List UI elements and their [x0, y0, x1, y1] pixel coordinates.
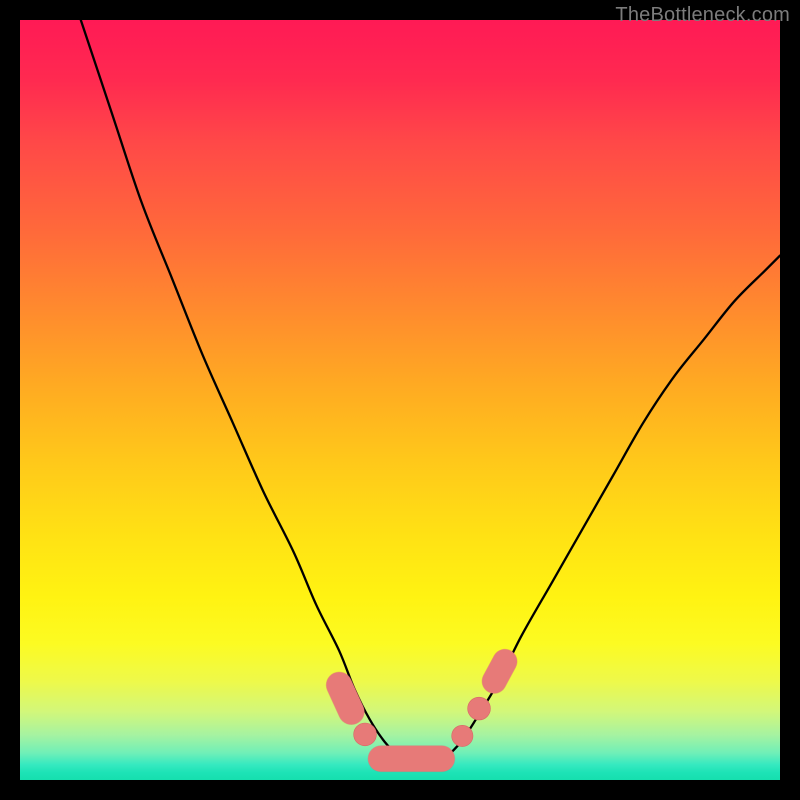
marker-group — [339, 661, 505, 758]
bottleneck-curve — [81, 20, 780, 766]
plot-area — [20, 20, 780, 780]
chart-svg — [20, 20, 780, 780]
left-upper-capsule — [339, 685, 351, 712]
outer-frame: TheBottleneck.com — [0, 0, 800, 800]
watermark-label: TheBottleneck.com — [615, 4, 790, 27]
left-lower-dot — [354, 723, 377, 746]
right-lower-dot — [452, 725, 473, 746]
right-capsule — [494, 661, 505, 681]
bottleneck-curve-path — [81, 20, 780, 766]
right-upper-dot — [468, 697, 491, 720]
